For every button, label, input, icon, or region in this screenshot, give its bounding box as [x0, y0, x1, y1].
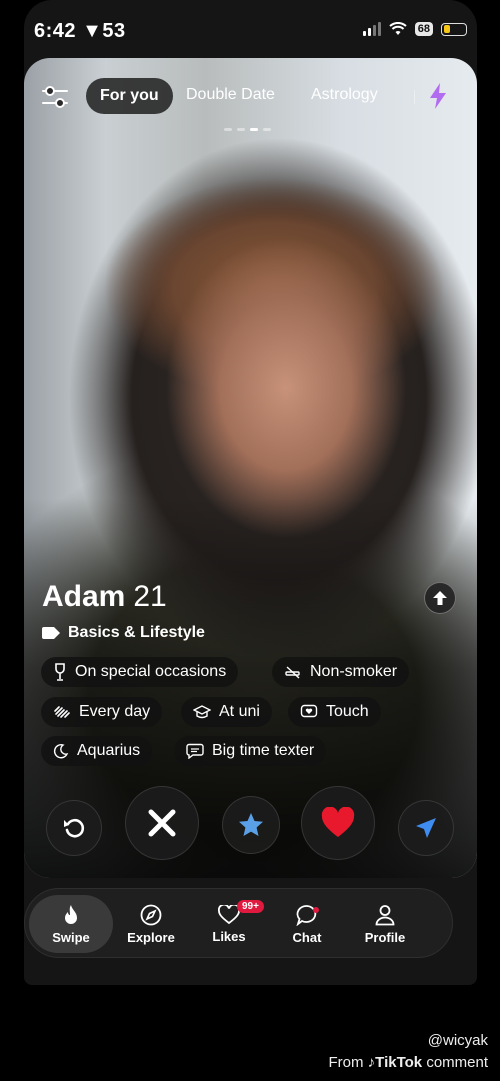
nav-divider — [414, 90, 415, 104]
profile-age: 21 — [133, 580, 167, 613]
battery-icon — [441, 22, 467, 36]
tag-communication: Big time texter — [174, 736, 327, 766]
tag-label: Non-smoker — [310, 663, 398, 680]
super-like-star-icon — [239, 813, 263, 836]
filter-settings-icon[interactable] — [40, 82, 70, 112]
photo-dot — [224, 128, 232, 131]
tab-likes[interactable]: Likes 99+ — [187, 895, 271, 953]
wifi-icon — [389, 22, 407, 35]
status-icons: 68 — [362, 22, 467, 36]
signal-icon — [362, 22, 381, 36]
tag-zodiac: Aquarius — [41, 736, 153, 766]
boost-button[interactable] — [398, 800, 454, 856]
watermark-source: From ♪TikTok comment — [329, 1052, 489, 1074]
tab-astrology[interactable]: Astrology — [311, 86, 378, 104]
nope-x-icon — [148, 809, 176, 837]
compass-icon — [140, 904, 162, 925]
status-time-suffix: 53 — [102, 20, 126, 42]
tab-label: Likes — [212, 928, 246, 944]
like-heart-icon — [321, 807, 355, 837]
tag-workout: Every day — [41, 697, 163, 727]
wine-glass-icon — [55, 663, 65, 681]
tab-label: Explore — [127, 929, 175, 945]
watermark-from: From — [328, 1054, 364, 1071]
touch-icon — [300, 704, 318, 718]
moon-icon — [53, 744, 69, 759]
basics-lifestyle-heading: Basics & Lifestyle — [42, 624, 205, 642]
tab-swipe[interactable]: Swipe — [29, 895, 113, 953]
like-button[interactable] — [301, 786, 375, 860]
unread-dot — [313, 907, 319, 913]
open-profile-button[interactable] — [424, 582, 456, 614]
no-smoking-icon — [285, 666, 300, 679]
tab-chat[interactable]: Chat — [265, 895, 349, 953]
tab-label: Chat — [292, 929, 322, 945]
tab-for-you[interactable]: For you — [86, 78, 173, 114]
likes-count-badge: 99+ — [237, 900, 264, 913]
profile-name: Adam — [42, 580, 126, 613]
top-nav: For you Double Date Astrology — [24, 76, 477, 116]
tab-label: Swipe — [52, 929, 90, 945]
basics-lifestyle-label: Basics & Lifestyle — [68, 624, 205, 641]
status-bar: 6:42 ▼53 68 — [24, 0, 477, 56]
bottom-tab-bar: Swipe Explore Likes 99+ Chat Profile — [24, 888, 453, 958]
tab-profile[interactable]: Profile — [343, 895, 427, 953]
status-time-value: 6:42 — [34, 20, 77, 42]
status-time: 6:42 ▼53 — [34, 20, 126, 43]
photo-dot — [237, 128, 245, 131]
chat-bubble-icon — [186, 743, 204, 759]
tag-love-language: Touch — [288, 697, 381, 727]
tag-drinking: On special occasions — [41, 657, 239, 687]
watermark-handle: @wicyak — [427, 1032, 488, 1049]
tiktok-watermark: @wicyak From ♪TikTok comment — [329, 1030, 489, 1074]
nope-button[interactable] — [125, 786, 199, 860]
tab-double-date[interactable]: Double Date — [186, 86, 275, 104]
watermark-comment: comment — [426, 1054, 488, 1071]
watermark-brand: TikTok — [375, 1054, 423, 1071]
tag-label: Aquarius — [77, 742, 141, 759]
dumbbell-icon — [54, 706, 70, 718]
lock-screen-glyph: ▼ — [82, 20, 103, 42]
battery-percentage: 68 — [414, 22, 433, 36]
tag-label: Touch — [326, 703, 369, 720]
tag-label: At uni — [219, 703, 260, 720]
tag-label: Big time texter — [212, 742, 315, 759]
tag-icon — [42, 627, 60, 639]
boost-send-icon — [416, 818, 436, 838]
tag-smoking: Non-smoker — [272, 657, 410, 687]
tab-label: Profile — [364, 929, 406, 945]
rewind-icon — [64, 818, 85, 838]
rewind-button[interactable] — [46, 800, 102, 856]
profile-name-row: Adam 21 — [42, 580, 167, 614]
graduation-cap-icon — [193, 705, 211, 719]
tag-education: At uni — [181, 697, 272, 727]
swipe-actions — [24, 786, 477, 862]
super-like-button[interactable] — [222, 796, 280, 854]
photo-pagination — [224, 128, 271, 131]
tab-explore[interactable]: Explore — [109, 895, 193, 953]
photo-dot-active — [250, 128, 258, 131]
tag-label: On special occasions — [75, 663, 227, 680]
flame-icon — [65, 904, 77, 924]
person-icon — [375, 904, 395, 925]
tag-label: Every day — [79, 703, 151, 720]
phone-screen: 6:42 ▼53 68 For you Double Date Astrolog… — [24, 0, 477, 985]
lightning-bolt-icon[interactable] — [426, 82, 450, 110]
photo-dot — [263, 128, 271, 131]
arrow-up-icon — [433, 591, 447, 605]
